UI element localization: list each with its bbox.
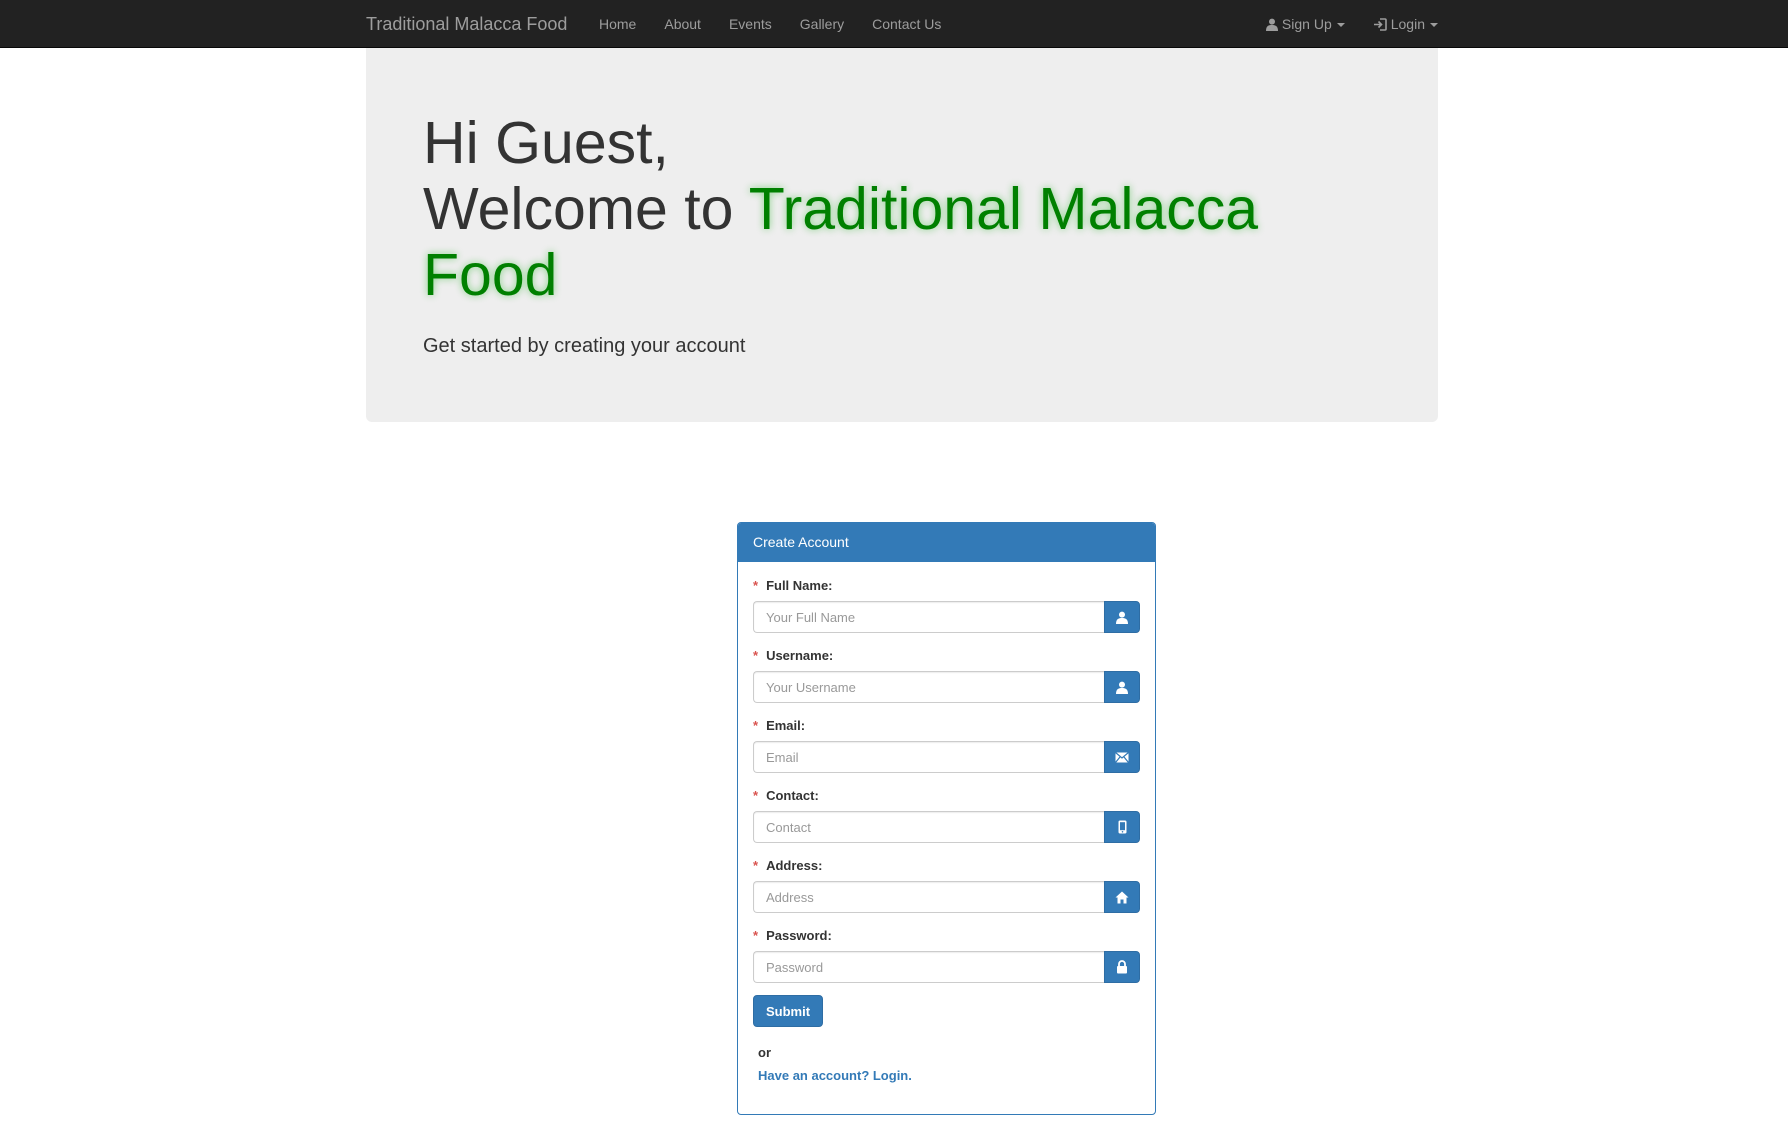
user-icon xyxy=(1104,671,1140,703)
log-in-icon xyxy=(1373,17,1387,31)
jumbotron: Hi Guest, Welcome to Traditional Malacca… xyxy=(366,48,1438,422)
email-label: * Email: xyxy=(753,717,1140,741)
nav-contact-us[interactable]: Contact Us xyxy=(858,0,955,48)
caret-down-icon xyxy=(1336,23,1345,27)
username-input-group xyxy=(753,671,1140,703)
contact-input[interactable] xyxy=(753,811,1104,843)
nav-links: Home About Events Gallery Contact Us xyxy=(585,0,955,48)
envelope-icon xyxy=(1104,741,1140,773)
panel-body: * Full Name: * Username: * Email: xyxy=(738,562,1155,1083)
address-label-text: Address: xyxy=(766,858,823,873)
contact-group: * Contact: xyxy=(753,787,1140,857)
email-input-group xyxy=(753,741,1140,773)
nav-home[interactable]: Home xyxy=(585,0,650,48)
full-name-group: * Full Name: xyxy=(753,577,1140,647)
panel-title: Create Account xyxy=(738,523,1155,562)
full-name-label: * Full Name: xyxy=(753,577,1140,601)
full-name-label-text: Full Name: xyxy=(766,578,833,593)
username-label: * Username: xyxy=(753,647,1140,671)
required-mark: * xyxy=(753,578,759,593)
submit-button[interactable]: Submit xyxy=(753,995,824,1027)
password-label-text: Password: xyxy=(766,928,832,943)
username-input[interactable] xyxy=(753,671,1104,703)
have-account-login-link[interactable]: Have an account? Login. xyxy=(753,1068,1140,1083)
login-dropdown[interactable]: Login xyxy=(1345,0,1438,48)
login-label: Login xyxy=(1390,16,1425,32)
address-input[interactable] xyxy=(753,881,1104,913)
username-group: * Username: xyxy=(753,647,1140,717)
nav-gallery[interactable]: Gallery xyxy=(786,0,858,48)
full-name-input-group xyxy=(753,601,1140,633)
required-mark: * xyxy=(753,858,759,873)
home-icon xyxy=(1104,881,1140,913)
navbar: Traditional Malacca Food Home About Even… xyxy=(0,0,1788,48)
email-input[interactable] xyxy=(753,741,1104,773)
signup-label: Sign Up xyxy=(1281,16,1332,32)
lock-icon xyxy=(1104,951,1140,983)
contact-label-text: Contact: xyxy=(766,788,819,803)
or-separator: or xyxy=(758,1045,771,1060)
signup-dropdown[interactable]: Sign Up xyxy=(1238,0,1345,48)
hero-lead: Get started by creating your account xyxy=(423,335,746,357)
full-name-input[interactable] xyxy=(753,601,1104,633)
navbar-container: Traditional Malacca Food Home About Even… xyxy=(366,0,1438,48)
password-label: * Password: xyxy=(753,927,1140,951)
email-group: * Email: xyxy=(753,717,1140,787)
nav-about[interactable]: About xyxy=(650,0,715,48)
password-input[interactable] xyxy=(753,951,1104,983)
hero-greeting: Hi Guest, xyxy=(423,110,669,176)
contact-input-group xyxy=(753,811,1140,843)
caret-down-icon xyxy=(1430,23,1438,27)
required-mark: * xyxy=(753,648,759,663)
nav-events[interactable]: Events xyxy=(715,0,786,48)
address-input-group xyxy=(753,881,1140,913)
address-label: * Address: xyxy=(753,857,1140,881)
phone-icon xyxy=(1104,811,1140,843)
create-account-panel: Create Account * Full Name: * Username: * E… xyxy=(737,522,1156,1115)
contact-label: * Contact: xyxy=(753,787,1140,811)
hero-welcome: Welcome to xyxy=(423,176,749,242)
email-label-text: Email: xyxy=(766,718,806,733)
user-icon xyxy=(1104,601,1140,633)
required-mark: * xyxy=(753,928,759,943)
username-label-text: Username: xyxy=(766,648,834,663)
user-icon xyxy=(1265,18,1278,31)
password-group: * Password: xyxy=(753,927,1140,997)
hero-heading: Hi Guest, Welcome to Traditional Malacca… xyxy=(423,110,1383,308)
navbar-brand[interactable]: Traditional Malacca Food xyxy=(366,0,567,48)
nav-right: Sign Up Login xyxy=(1238,0,1438,48)
address-group: * Address: xyxy=(753,857,1140,927)
required-mark: * xyxy=(753,718,759,733)
password-input-group xyxy=(753,951,1140,983)
required-mark: * xyxy=(753,788,759,803)
